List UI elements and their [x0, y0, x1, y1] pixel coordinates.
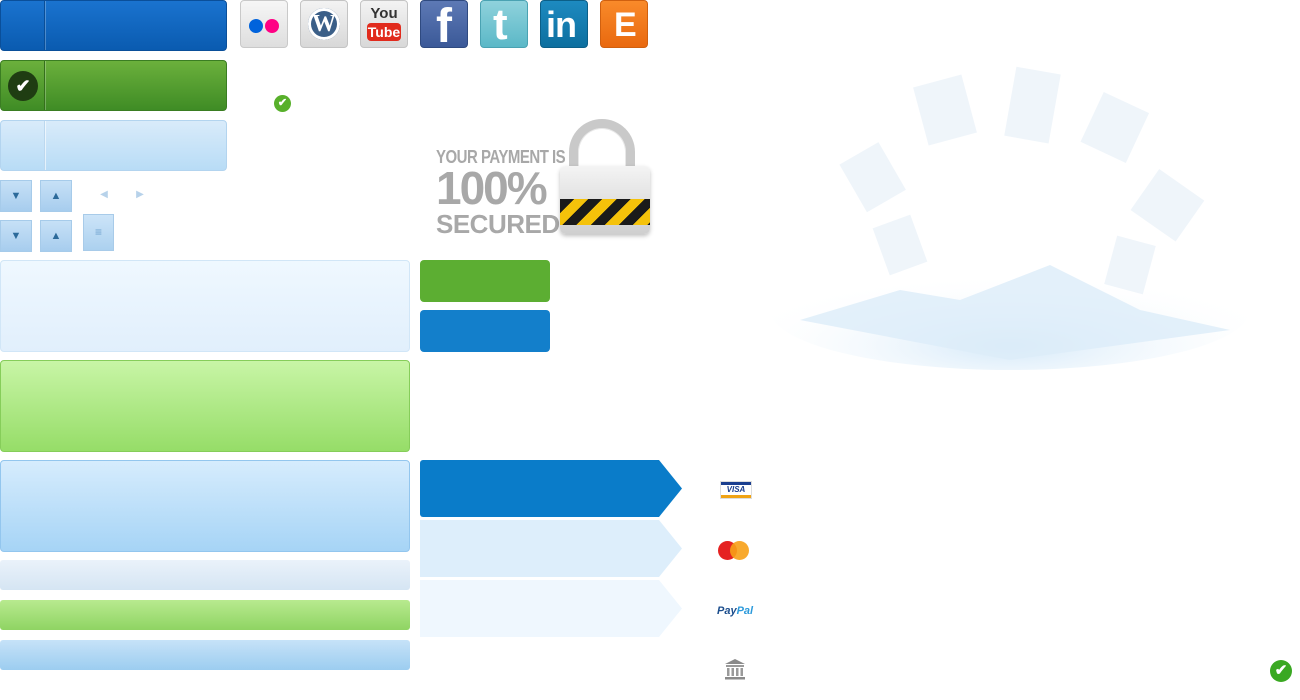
paypal-pay: Pay	[717, 605, 737, 617]
small-check-icon: ✔	[274, 95, 291, 112]
mountain-background-art	[770, 66, 1250, 370]
flickr-blue-dot	[249, 19, 263, 33]
linkedin-icon[interactable]: in	[540, 0, 588, 48]
youtube-you-text: You	[370, 5, 398, 22]
divider	[44, 61, 45, 110]
flickr-icon[interactable]	[240, 0, 288, 48]
menu-icon[interactable]: ≡	[83, 214, 114, 251]
hazard-stripe	[560, 199, 650, 225]
badge-line-1: YOUR PAYMENT IS	[436, 147, 566, 168]
step-arrow-2[interactable]	[420, 520, 682, 577]
etsy-icon[interactable]: E	[600, 0, 648, 48]
step-arrow-3[interactable]	[420, 580, 682, 637]
light-gray-bar	[0, 560, 410, 590]
arrow-down-button-2[interactable]: ▼	[0, 220, 32, 252]
badge-line-3: SECURED	[436, 209, 560, 239]
paypal-pal: Pal	[736, 605, 754, 617]
arrow-up-button-2[interactable]: ▲	[40, 220, 72, 252]
visa-text: VISA	[726, 485, 746, 494]
twitter-glyph: t	[493, 0, 508, 48]
flickr-pink-dot	[265, 19, 279, 33]
youtube-icon[interactable]: You Tube	[360, 0, 408, 48]
facebook-icon[interactable]: f	[420, 0, 468, 48]
wordpress-icon[interactable]: W	[300, 0, 348, 48]
arrow-right-icon[interactable]: ▶	[132, 187, 148, 203]
visa-bottom-band	[721, 495, 751, 498]
padlock-icon	[560, 166, 650, 234]
twitter-icon[interactable]: t	[480, 0, 528, 48]
green-panel	[0, 360, 410, 452]
bank-icon	[725, 659, 745, 680]
checkmark-icon: ✔	[8, 71, 38, 101]
large-check-icon: ✔	[1270, 660, 1292, 682]
divider	[44, 1, 45, 50]
visa-icon: VISA	[720, 481, 752, 499]
wordpress-logo: W	[308, 8, 340, 40]
arrow-down-button[interactable]: ▼	[0, 180, 32, 212]
arrow-up-button[interactable]: ▲	[40, 180, 72, 212]
blue-button[interactable]	[420, 310, 550, 352]
light-blue-panel	[0, 260, 410, 352]
arrow-left-icon[interactable]: ◀	[96, 187, 112, 203]
badge-line-2: 100%	[436, 162, 548, 214]
light-blue-sprite-button[interactable]	[0, 120, 227, 171]
blue-panel	[0, 460, 410, 552]
green-check-button[interactable]: ✔	[0, 60, 227, 111]
payment-secured-badge: YOUR PAYMENT IS 100% SECURED	[436, 146, 566, 239]
mastercard-icon	[730, 541, 749, 560]
step-arrow-active[interactable]	[420, 460, 682, 517]
linkedin-glyph: in	[546, 4, 577, 45]
blue-sprite-button[interactable]	[0, 0, 227, 51]
youtube-tube-text: Tube	[367, 23, 401, 41]
etsy-glyph: E	[614, 6, 637, 44]
paypal-icon: PayPal	[717, 605, 753, 617]
green-bar	[0, 600, 410, 630]
blue-bar	[0, 640, 410, 670]
facebook-glyph: f	[436, 0, 452, 48]
green-button[interactable]	[420, 260, 550, 302]
divider	[44, 121, 45, 170]
